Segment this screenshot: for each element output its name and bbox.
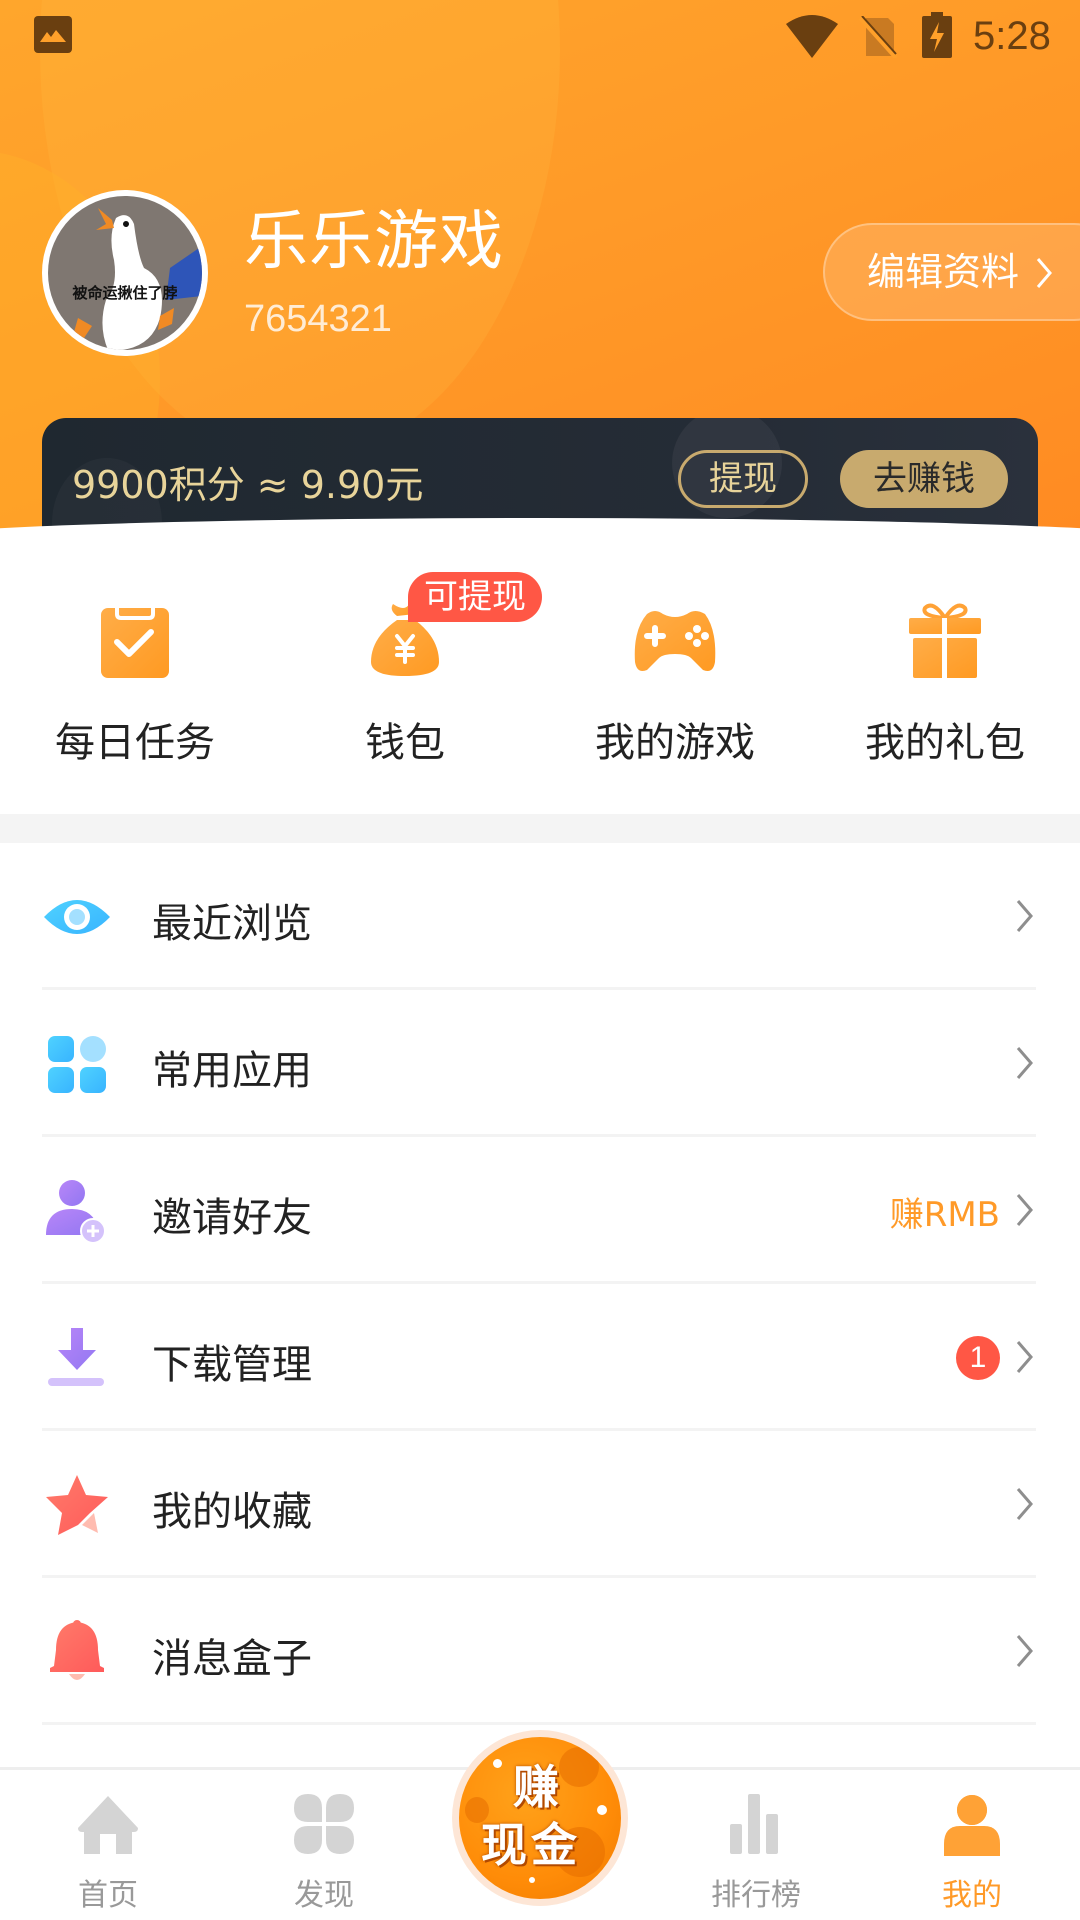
earn-cash-label-line2: 现金 [481,1818,581,1872]
nav-profile[interactable]: 我的 [864,1770,1080,1920]
username: 乐乐游戏 [244,205,504,279]
quick-my-games[interactable]: 我的游戏 [540,570,810,814]
apps-grid-icon [48,1036,106,1093]
menu-item-favorites[interactable]: 我的收藏 [0,1431,1080,1578]
quick-my-gifts[interactable]: 我的礼包 [810,570,1080,814]
quick-label: 我的礼包 [865,720,1025,766]
user-id: 7654321 [244,298,392,340]
nav-label: 我的 [942,1878,1002,1913]
earn-cash-coin: 赚 现金 [459,1737,621,1899]
quick-label: 钱包 [365,720,445,766]
nav-label: 排行榜 [711,1878,801,1913]
edit-profile-label: 编辑资料 [867,250,1020,294]
earn-rmb-label: 赚RMB [889,1195,1000,1235]
star-icon [46,1475,108,1535]
avatar-image: 被命运揪住了脖 [48,196,202,350]
earn-money-button[interactable]: 去赚钱 [840,450,1008,508]
add-user-icon [46,1180,106,1243]
menu-item-message-box[interactable]: 消息盒子 [0,1578,1080,1725]
coin-sparkle [493,1759,502,1768]
chevron-right-icon [1016,1194,1033,1226]
earn-cash-button[interactable]: 赚 现金 [452,1730,628,1906]
home-icon [78,1796,138,1854]
withdraw-button[interactable]: 提现 [678,450,808,508]
menu-label: 邀请好友 [152,1195,312,1241]
menu-label: 常用应用 [152,1048,312,1094]
chevron-right-icon [1016,900,1033,932]
status-bar: 5:28 [0,0,1080,75]
clipboard-check-icon [101,608,169,678]
gamepad-icon [634,611,716,671]
menu-label: 我的收藏 [152,1489,312,1535]
goose-illustration [74,208,202,350]
chevron-right-icon [1016,1047,1033,1079]
earn-cash-label-line1: 赚 [513,1760,559,1814]
ranking-icon [730,1794,778,1854]
points-balance: 9900积分 ≈ 9.90元 [72,463,424,507]
menu-label: 最近浏览 [152,901,312,947]
divider [42,1722,1036,1725]
chevron-right-icon [1016,1488,1033,1520]
coin-sparkle [597,1805,607,1815]
coin-sparkle [529,1877,535,1883]
wifi-icon [786,15,838,58]
menu-item-recent-browsing[interactable]: 最近浏览 [0,843,1080,990]
download-count-badge: 1 [956,1336,1000,1380]
bell-icon [50,1620,104,1680]
header-curve [0,518,1080,578]
nav-label: 发现 [294,1878,354,1913]
section-separator [0,814,1080,843]
download-icon [48,1328,104,1386]
chevron-right-icon [1016,1341,1033,1373]
clock: 5:28 [973,14,1051,58]
menu-item-download-manager[interactable]: 下载管理 1 [0,1284,1080,1431]
battery-charging-icon [922,12,952,58]
nav-home[interactable]: 首页 [0,1770,216,1920]
profile-icon [944,1793,1000,1856]
menu-item-invite-friends[interactable]: 邀请好友 赚RMB [0,1137,1080,1284]
nav-label: 首页 [78,1878,138,1913]
coin-spot [559,1747,599,1787]
menu-item-common-apps[interactable]: 常用应用 [0,990,1080,1137]
no-sim-icon [858,16,898,58]
discover-icon [294,1794,354,1854]
menu-list: 最近浏览 常用应用 邀请好友 赚RMB 下载管理 1 我的收藏 消息盒子 [0,843,1080,1725]
menu-label: 消息盒子 [152,1636,312,1682]
menu-label: 下载管理 [152,1342,312,1388]
avatar-caption: 被命运揪住了脖 [72,284,178,302]
quick-label: 每日任务 [55,720,215,766]
nav-discover[interactable]: 发现 [216,1770,432,1920]
chevron-right-icon [1036,258,1053,288]
gift-icon [909,603,981,678]
eye-icon [44,900,110,934]
quick-daily-tasks[interactable]: 每日任务 [0,570,270,814]
edit-profile-button[interactable]: 编辑资料 [823,223,1080,321]
wallet-withdrawable-badge: 可提现 [408,572,542,622]
gallery-icon [34,16,72,53]
nav-ranking[interactable]: 排行榜 [648,1770,864,1920]
avatar[interactable]: 被命运揪住了脖 [42,190,208,356]
quick-label: 我的游戏 [595,720,755,766]
chevron-right-icon [1016,1635,1033,1667]
